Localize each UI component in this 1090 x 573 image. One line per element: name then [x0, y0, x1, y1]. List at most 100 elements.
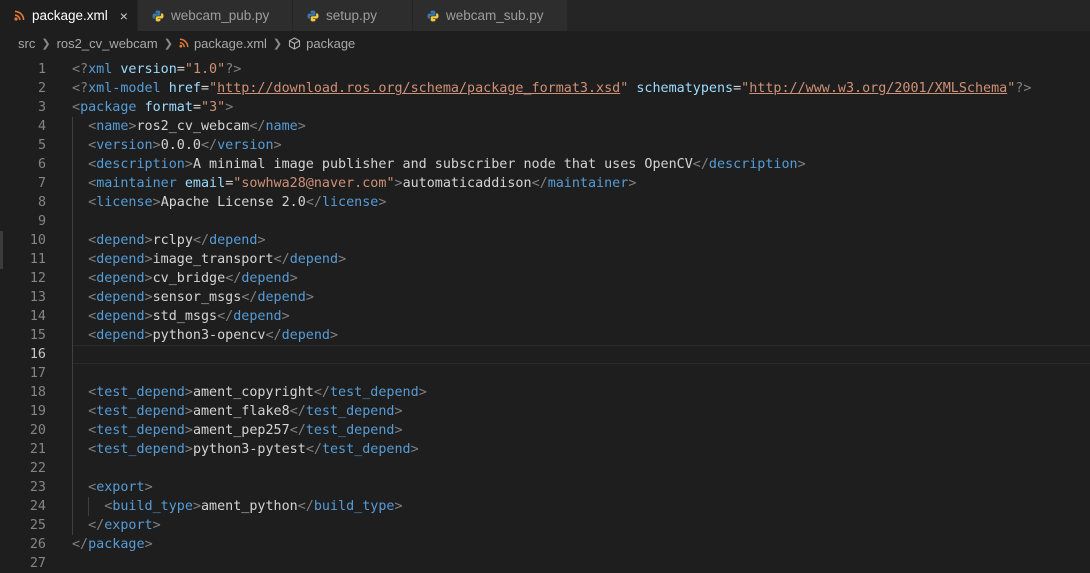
line-number: 5	[37, 138, 46, 153]
tab-webcam-pub[interactable]: webcam_pub.py	[138, 0, 293, 31]
tab-label: package.xml	[32, 8, 108, 23]
line-number: 12	[29, 271, 46, 286]
code-line[interactable]: 14 <depend>std_msgs</depend>	[0, 307, 1090, 326]
breadcrumb-item-src[interactable]: src	[18, 36, 35, 51]
code-text: </export>	[88, 518, 161, 533]
chevron-right-icon: ❯	[272, 37, 283, 50]
line-number: 10	[29, 233, 46, 248]
current-line-highlight	[72, 345, 1090, 364]
code-line[interactable]: 24 <build_type>ament_python</build_type>	[0, 497, 1090, 516]
indent-guide	[72, 117, 73, 535]
code-line[interactable]: 10 <depend>rclpy</depend>	[0, 231, 1090, 250]
symbol-element-icon	[288, 36, 301, 50]
line-number: 11	[29, 252, 46, 267]
tab-package-xml[interactable]: package.xml ×	[0, 0, 138, 31]
code-text: <license>Apache License 2.0</license>	[88, 195, 387, 210]
code-line[interactable]: 17	[0, 364, 1090, 383]
code-text: <package format="3">	[72, 100, 234, 115]
code-line[interactable]: 13 <depend>sensor_msgs</depend>	[0, 288, 1090, 307]
code-text: <depend>std_msgs</depend>	[88, 309, 290, 324]
line-number: 8	[37, 195, 46, 210]
code-text: </package>	[72, 537, 153, 552]
line-number: 27	[29, 556, 46, 571]
tab-webcam-sub[interactable]: webcam_sub.py	[413, 0, 568, 31]
code-line[interactable]: 19 <test_depend>ament_flake8</test_depen…	[0, 402, 1090, 421]
gutter-marker	[0, 231, 3, 269]
code-line[interactable]: 4 <name>ros2_cv_webcam</name>	[0, 117, 1090, 136]
code-text: <version>0.0.0</version>	[88, 138, 282, 153]
code-line[interactable]: 3 <package format="3">	[0, 98, 1090, 117]
line-number: 1	[37, 62, 46, 77]
line-number: 7	[37, 176, 46, 191]
code-line[interactable]: 26 </package>	[0, 535, 1090, 554]
code-line[interactable]: 22	[0, 459, 1090, 478]
code-line[interactable]: 8 <license>Apache License 2.0</license>	[0, 193, 1090, 212]
tab-setup[interactable]: setup.py	[293, 0, 413, 31]
chevron-right-icon: ❯	[163, 37, 173, 50]
code-line[interactable]: 9	[0, 212, 1090, 231]
code-text: <test_depend>python3-pytest</test_depend…	[88, 442, 419, 457]
line-number: 25	[29, 518, 46, 533]
code-text: <build_type>ament_python</build_type>	[104, 499, 403, 514]
code-line[interactable]: 7 <maintainer email="sowhwa28@naver.com"…	[0, 174, 1090, 193]
code-line[interactable]: 20 <test_depend>ament_pep257</test_depen…	[0, 421, 1090, 440]
code-line[interactable]: 6 <description>A minimal image publisher…	[0, 155, 1090, 174]
code-editor[interactable]: 1 <?xml version="1.0"?> 2 <?xml-model href=…	[0, 55, 1090, 571]
code-line[interactable]: 5 <version>0.0.0</version>	[0, 136, 1090, 155]
chevron-right-icon: ❯	[41, 37, 51, 50]
code-line[interactable]: 23 <export>	[0, 478, 1090, 497]
code-text: <maintainer email="sowhwa28@naver.com">a…	[88, 176, 637, 191]
code-text: <test_depend>ament_flake8</test_depend>	[88, 404, 403, 419]
python-icon	[152, 10, 164, 22]
code-line[interactable]: 12 <depend>cv_bridge</depend>	[0, 269, 1090, 288]
code-text: <test_depend>ament_copyright</test_depen…	[88, 385, 427, 400]
tab-bar: package.xml × webcam_pub.py setup.py web…	[0, 0, 1090, 31]
code-text: <depend>image_transport</depend>	[88, 252, 347, 267]
line-number: 18	[29, 385, 46, 400]
code-line[interactable]: 21 <test_depend>python3-pytest</test_dep…	[0, 440, 1090, 459]
breadcrumb: src ❯ ros2_cv_webcam ❯ package.xml ❯ pac…	[0, 31, 1090, 55]
tab-label: webcam_pub.py	[171, 8, 270, 23]
code-text: <name>ros2_cv_webcam</name>	[88, 119, 306, 134]
line-number: 16	[29, 347, 46, 362]
breadcrumb-item-file[interactable]: package.xml	[194, 36, 267, 51]
code-line[interactable]: 15 <depend>python3-opencv</depend>	[0, 326, 1090, 345]
line-number: 14	[29, 309, 46, 324]
line-number: 21	[29, 442, 46, 457]
code-line[interactable]: 18 <test_depend>ament_copyright</test_de…	[0, 383, 1090, 402]
line-number: 17	[29, 366, 46, 381]
tab-label: webcam_sub.py	[446, 8, 544, 23]
rss-icon	[14, 10, 25, 22]
rss-icon	[179, 38, 189, 48]
line-number: 4	[37, 119, 46, 134]
line-number: 2	[37, 81, 46, 96]
code-text: <test_depend>ament_pep257</test_depend>	[88, 423, 403, 438]
close-icon[interactable]: ×	[120, 8, 128, 24]
code-line[interactable]: 25 </export>	[0, 516, 1090, 535]
code-text: <depend>rclpy</depend>	[88, 233, 266, 248]
code-line[interactable]: 16	[0, 345, 1090, 364]
tab-label: setup.py	[326, 8, 378, 23]
code-text: <?xml version="1.0"?>	[72, 62, 242, 77]
python-icon	[307, 10, 319, 22]
line-number: 24	[29, 499, 46, 514]
breadcrumb-item-folder[interactable]: ros2_cv_webcam	[57, 36, 158, 51]
code-text: <description>A minimal image publisher a…	[88, 157, 806, 172]
breadcrumb-item-symbol[interactable]: package	[306, 36, 355, 51]
code-line[interactable]: 1 <?xml version="1.0"?>	[0, 60, 1090, 79]
line-number: 13	[29, 290, 46, 305]
line-number: 23	[29, 480, 46, 495]
code-line[interactable]: 11 <depend>image_transport</depend>	[0, 250, 1090, 269]
code-text: <depend>python3-opencv</depend>	[88, 328, 339, 343]
code-line[interactable]: 27	[0, 554, 1090, 573]
code-text: <?xml-model href="http://download.ros.or…	[72, 81, 1032, 96]
line-number: 3	[37, 100, 46, 115]
line-number: 6	[37, 157, 46, 172]
line-number: 15	[29, 328, 46, 343]
line-number: 20	[29, 423, 46, 438]
code-line[interactable]: 2 <?xml-model href="http://download.ros.o…	[0, 79, 1090, 98]
code-text: <depend>cv_bridge</depend>	[88, 271, 298, 286]
code-text: <depend>sensor_msgs</depend>	[88, 290, 314, 305]
line-number: 19	[29, 404, 46, 419]
indent-guide	[88, 497, 90, 516]
